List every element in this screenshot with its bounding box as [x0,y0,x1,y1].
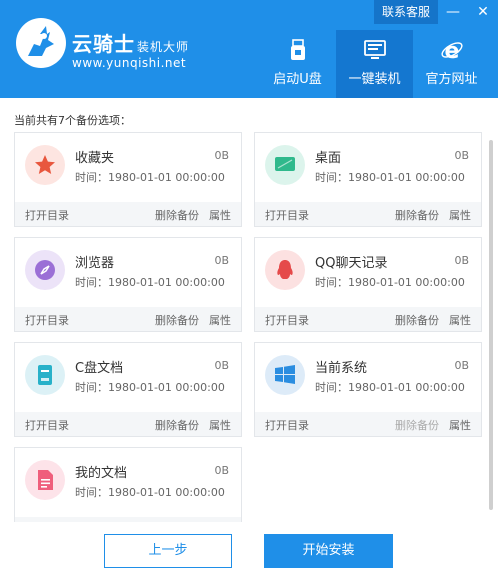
backup-time: 时间：1980-01-01 00:00:00 [75,171,225,184]
properties-link[interactable]: 属性 [209,417,231,433]
backup-actions: 打开目录 删除备份 属性 [255,307,481,331]
brand-name: 云骑士 装机大师 [72,32,190,56]
monitor-icon [363,40,386,59]
backup-actions: 打开目录 删除备份 属性 [15,202,241,226]
brand-logo: 云骑士 装机大师 www.yunqishi.net [16,16,206,78]
scrollbar[interactable] [489,130,493,522]
contact-service-button[interactable]: 联系客服 [373,0,438,24]
backup-size: 0B [454,359,469,372]
file-icon [25,460,65,500]
delete-backup-link[interactable]: 删除备份 [155,417,199,433]
app-header: 云骑士 装机大师 www.yunqishi.net 联系客服 — ✕ 启动U盘 一… [0,0,498,98]
title-bar-controls: 联系客服 — ✕ [373,0,498,24]
properties-link[interactable]: 属性 [209,207,231,223]
close-button[interactable]: ✕ [468,0,498,24]
desktop-icon [265,145,305,185]
backup-size: 0B [214,149,229,162]
brand-url: www.yunqishi.net [72,56,187,70]
delete-backup-link: 删除备份 [395,419,439,432]
delete-backup-link[interactable]: 删除备份 [155,207,199,223]
backup-name: 收藏夹 [75,151,115,166]
previous-step-button[interactable]: 上一步 [104,534,232,568]
backup-name: 桌面 [315,151,342,166]
start-install-button[interactable]: 开始安装 [264,534,393,568]
delete-backup-link[interactable]: 删除备份 [155,312,199,328]
scrollbar-thumb[interactable] [489,140,493,510]
document-icon [25,355,65,395]
backup-card-current-system: 当前系统 0B 时间：1980-01-01 00:00:00 打开目录 删除备份… [254,342,482,437]
nav-official-site[interactable]: e 官方网址 [413,30,490,98]
properties-link[interactable]: 属性 [449,417,471,433]
backup-card-desktop: 桌面 0B 时间：1980-01-01 00:00:00 打开目录 删除备份 属… [254,132,482,227]
backup-time: 时间：1980-01-01 00:00:00 [75,276,225,289]
backup-name: 当前系统 [315,361,368,376]
usb-drive-icon [290,39,305,60]
delete-backup-link[interactable]: 删除备份 [395,312,439,328]
star-icon [25,145,65,185]
nav-site-label: 官方网址 [425,72,478,87]
backup-card-favorites: 收藏夹 0B 时间：1980-01-01 00:00:00 打开目录 删除备份 … [14,132,242,227]
minimize-button[interactable]: — [438,0,468,24]
open-folder-link[interactable]: 打开目录 [265,207,309,223]
backup-name: 浏览器 [75,256,115,271]
backup-size: 0B [214,254,229,267]
backup-card-c-drive-docs: C盘文档 0B 时间：1980-01-01 00:00:00 打开目录 删除备份… [14,342,242,437]
open-folder-link[interactable]: 打开目录 [265,312,309,328]
backup-time: 时间：1980-01-01 00:00:00 [75,381,225,394]
backup-size: 0B [454,149,469,162]
open-folder-link[interactable]: 打开目录 [25,417,69,433]
backup-name: C盘文档 [75,361,124,376]
footer-bar: 上一步 开始安装 [0,522,498,575]
properties-link[interactable]: 属性 [209,312,231,328]
nav-install-label: 一键装机 [348,72,401,87]
knight-logo-icon [16,18,66,68]
browser-ie-icon: e [440,39,463,62]
backup-card-my-docs: 我的文档 0B 时间：1980-01-01 00:00:00 打开目录 删除备份… [14,447,242,522]
backup-size: 0B [214,464,229,477]
backup-actions: 打开目录 删除备份 属性 [15,307,241,331]
backup-size: 0B [214,359,229,372]
nav-one-click-install[interactable]: 一键装机 [336,30,413,98]
backup-name: QQ聊天记录 [315,256,388,271]
backup-actions: 打开目录 删除备份 属性 [15,412,241,436]
nav-usb-label: 启动U盘 [273,72,322,87]
backup-list[interactable]: 收藏夹 0B 时间：1980-01-01 00:00:00 打开目录 删除备份 … [0,130,498,522]
nav-usb-boot[interactable]: 启动U盘 [259,30,336,98]
backup-time: 时间：1980-01-01 00:00:00 [315,381,465,394]
backup-time: 时间：1980-01-01 00:00:00 [315,276,465,289]
backup-card-browser: 浏览器 0B 时间：1980-01-01 00:00:00 打开目录 删除备份 … [14,237,242,332]
properties-link[interactable]: 属性 [449,312,471,328]
open-folder-link[interactable]: 打开目录 [25,312,69,328]
backup-time: 时间：1980-01-01 00:00:00 [75,486,225,499]
properties-link[interactable]: 属性 [449,207,471,223]
open-folder-link[interactable]: 打开目录 [25,207,69,223]
qq-penguin-icon [265,250,305,290]
backup-actions: 打开目录 删除备份 属性 [255,202,481,226]
backup-count-text: 当前共有7个备份选项： [14,114,131,127]
compass-icon [25,250,65,290]
backup-size: 0B [454,254,469,267]
backup-actions: 打开目录 删除备份 属性 [255,412,481,436]
open-folder-link[interactable]: 打开目录 [265,417,309,433]
brand-subtitle: 装机大师 [137,40,190,54]
main-nav: 启动U盘 一键装机 e 官方网址 [259,30,490,98]
backup-time: 时间：1980-01-01 00:00:00 [315,171,465,184]
delete-backup-link[interactable]: 删除备份 [395,207,439,223]
backup-card-qq: QQ聊天记录 0B 时间：1980-01-01 00:00:00 打开目录 删除… [254,237,482,332]
backup-name: 我的文档 [75,466,128,481]
windows-icon [265,355,305,395]
